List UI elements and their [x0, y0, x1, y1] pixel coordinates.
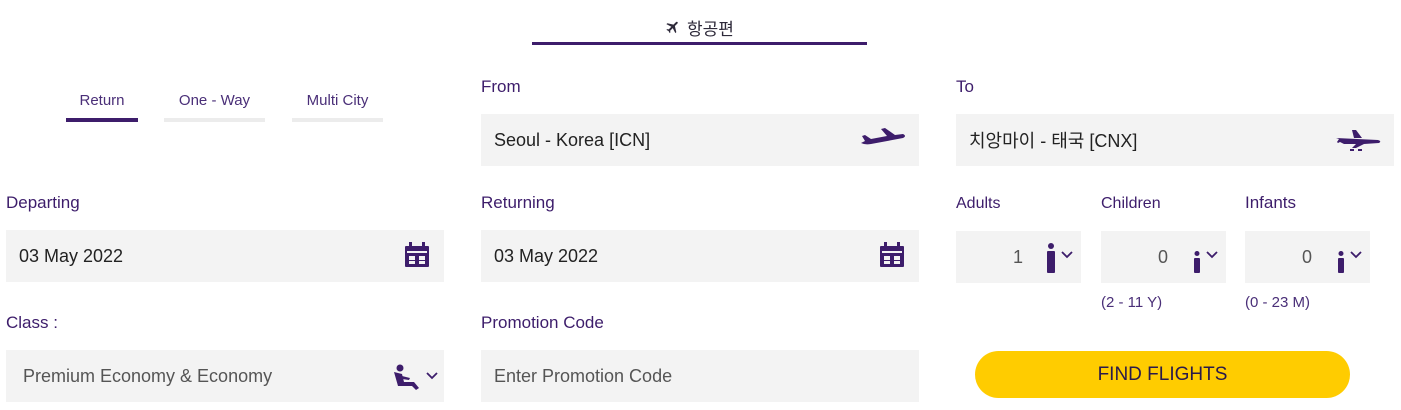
calendar-icon[interactable]	[404, 242, 430, 268]
class-select[interactable]: Premium Economy & Economy	[6, 350, 444, 402]
chevron-down-icon	[1350, 251, 1362, 259]
child-person-icon	[1193, 251, 1201, 273]
trip-type-multi-city[interactable]: Multi City	[292, 92, 383, 122]
tab-flights[interactable]: 항공편	[532, 8, 867, 46]
class-label: Class :	[6, 313, 58, 332]
tab-flights-label: 항공편	[687, 19, 734, 39]
children-age-hint: (2 - 11 Y)	[1101, 294, 1163, 311]
adults-count: 1	[1012, 247, 1023, 267]
trip-type-indicator	[292, 118, 383, 122]
active-tab-indicator	[532, 42, 867, 45]
children-label: Children	[1101, 195, 1161, 212]
adult-person-icon	[1046, 243, 1056, 273]
adults-selector[interactable]: 1	[956, 231, 1081, 283]
chevron-down-icon	[426, 372, 438, 380]
chevron-down-icon	[1206, 251, 1218, 259]
trip-type-label: One - Way	[178, 92, 251, 109]
trip-type-return[interactable]: Return	[66, 92, 138, 122]
from-label: From	[481, 77, 521, 96]
returning-label: Returning	[481, 193, 555, 212]
adults-label: Adults	[956, 195, 1001, 212]
to-field[interactable]: 치앙마이 - 태국 [CNX]	[956, 114, 1394, 166]
departing-date-value: 03 May 2022	[19, 245, 124, 266]
children-selector[interactable]: 0	[1101, 231, 1226, 283]
trip-type-indicator	[164, 118, 265, 122]
seat-icon	[392, 364, 420, 390]
from-field[interactable]: Seoul - Korea [ICN]	[481, 114, 919, 166]
promo-code-input[interactable]: Enter Promotion Code	[481, 350, 919, 402]
infants-age-hint: (0 - 23 M)	[1245, 294, 1311, 311]
chevron-down-icon	[1061, 251, 1073, 259]
infants-count: 0	[1301, 247, 1312, 267]
from-value: Seoul - Korea [ICN]	[494, 129, 651, 150]
to-value: 치앙마이 - 태국 [CNX]	[969, 131, 1138, 151]
infants-selector[interactable]: 0	[1245, 231, 1370, 283]
plane-arrival-icon	[1334, 126, 1382, 152]
plane-icon	[665, 19, 681, 35]
infant-person-icon	[1337, 251, 1345, 273]
to-label: To	[956, 77, 974, 96]
departing-label: Departing	[6, 193, 80, 212]
trip-type-label: Multi City	[306, 92, 369, 109]
returning-date-value: 03 May 2022	[494, 245, 599, 266]
departing-date-field[interactable]: 03 May 2022	[6, 230, 444, 282]
class-value: Premium Economy & Economy	[23, 365, 273, 386]
returning-date-field[interactable]: 03 May 2022	[481, 230, 919, 282]
trip-type-label: Return	[79, 92, 125, 109]
promo-label: Promotion Code	[481, 313, 604, 332]
calendar-icon[interactable]	[879, 242, 905, 268]
children-count: 0	[1157, 247, 1168, 267]
trip-type-indicator	[66, 118, 138, 122]
find-flights-button[interactable]: FIND FLIGHTS	[975, 351, 1350, 398]
plane-departure-icon	[859, 128, 907, 150]
trip-type-one-way[interactable]: One - Way	[164, 92, 265, 122]
promo-code-placeholder: Enter Promotion Code	[494, 365, 673, 386]
infants-label: Infants	[1245, 193, 1297, 212]
